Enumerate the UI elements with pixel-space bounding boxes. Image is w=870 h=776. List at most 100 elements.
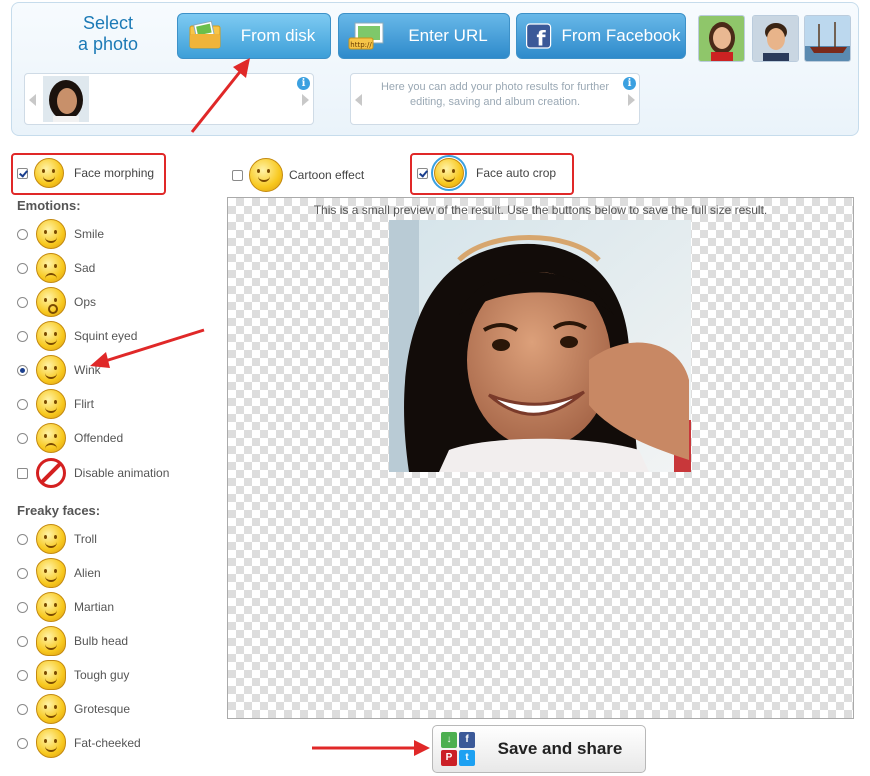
emotions-heading: Emotions: xyxy=(17,198,81,213)
fat-cheeked-face-icon xyxy=(36,728,66,758)
save-and-share-label: Save and share xyxy=(497,739,623,758)
squint-eyed-face-icon xyxy=(36,321,66,351)
freaky-tough-guy[interactable]: Tough guy xyxy=(17,658,129,692)
save-and-share-button[interactable]: ↓ f P t Save and share xyxy=(432,725,646,773)
freaky-alien[interactable]: Alien xyxy=(17,556,101,590)
emotion-radio[interactable] xyxy=(17,296,28,308)
twitter-icon: t xyxy=(459,750,475,766)
martian-face-icon xyxy=(36,592,66,622)
cartoon-effect-icon xyxy=(249,158,283,192)
freaky-label: Fat-cheeked xyxy=(74,736,141,750)
emotion-radio[interactable] xyxy=(17,262,28,274)
cartoon-effect-option[interactable]: Cartoon effect xyxy=(232,158,364,192)
freaky-radio[interactable] xyxy=(17,567,28,579)
preview-photo xyxy=(389,220,691,472)
freaky-radio[interactable] xyxy=(17,635,28,647)
offended-face-icon xyxy=(36,423,66,453)
flirt-face-icon xyxy=(36,389,66,419)
sample-woman-image xyxy=(699,16,744,61)
face-morphing-label: Face morphing xyxy=(74,166,155,180)
emotion-label: Sad xyxy=(74,261,96,275)
results-strip: Here you can add your photo results for … xyxy=(350,73,640,125)
select-title-line1: Select xyxy=(82,13,134,33)
sample-photo-woman[interactable] xyxy=(698,15,745,62)
freaky-troll[interactable]: Troll xyxy=(17,522,97,556)
emotion-label: Offended xyxy=(74,431,124,445)
emotion-offended[interactable]: Offended xyxy=(17,421,123,455)
current-photo-strip: i xyxy=(24,73,314,125)
emotion-label: Squint eyed xyxy=(74,329,138,343)
emotion-label: Ops xyxy=(74,295,97,309)
enter-url-label: Enter URL xyxy=(408,26,488,45)
results-next-arrow[interactable] xyxy=(628,94,635,106)
from-facebook-button[interactable]: f From Facebook xyxy=(516,13,686,59)
url-link-icon: http:// xyxy=(348,22,384,50)
strip-prev-arrow[interactable] xyxy=(29,94,36,106)
select-photo-title: Select a photo xyxy=(52,13,164,55)
face-morphing-option[interactable]: Face morphing xyxy=(17,158,154,188)
freaky-radio[interactable] xyxy=(17,703,28,715)
share-icons: ↓ f P t xyxy=(441,732,475,766)
current-photo-thumb[interactable] xyxy=(43,76,89,122)
from-disk-button[interactable]: From disk xyxy=(177,13,331,59)
emotion-label: Flirt xyxy=(74,397,94,411)
wink-face-icon xyxy=(36,355,66,385)
emotion-sad[interactable]: Sad xyxy=(17,251,95,285)
results-prev-arrow[interactable] xyxy=(355,94,362,106)
face-auto-crop-option[interactable]: Face auto crop xyxy=(417,155,556,191)
freaky-radio[interactable] xyxy=(17,669,28,681)
freaky-martian[interactable]: Martian xyxy=(17,590,114,624)
face-auto-crop-icon xyxy=(431,155,467,191)
freaky-label: Alien xyxy=(74,566,101,580)
girl-thumb-image xyxy=(43,76,89,122)
select-title-line2: a photo xyxy=(77,34,139,54)
girl-portrait-image xyxy=(389,220,691,472)
cartoon-effect-label: Cartoon effect xyxy=(289,168,365,182)
tough-guy-face-icon xyxy=(36,660,66,690)
freaky-label: Bulb head xyxy=(74,634,129,648)
svg-text:http://: http:// xyxy=(350,41,372,49)
info-icon[interactable]: i xyxy=(297,77,310,90)
freaky-bulb-head[interactable]: Bulb head xyxy=(17,624,128,658)
emotion-radio[interactable] xyxy=(17,398,28,410)
emotion-label: Wink xyxy=(74,363,101,377)
freaky-radio[interactable] xyxy=(17,737,28,749)
emotion-radio-selected[interactable] xyxy=(17,364,28,376)
from-disk-label: From disk xyxy=(240,26,316,45)
sad-face-icon xyxy=(36,253,66,283)
from-facebook-label: From Facebook xyxy=(561,26,681,45)
emotion-radio[interactable] xyxy=(17,228,28,240)
emotion-ops[interactable]: Ops xyxy=(17,285,96,319)
emotion-wink[interactable]: Wink xyxy=(17,353,101,387)
face-auto-crop-checkbox[interactable] xyxy=(417,167,428,179)
sample-photo-ship[interactable] xyxy=(804,15,851,62)
freaky-radio[interactable] xyxy=(17,601,28,613)
freaky-label: Troll xyxy=(74,532,97,546)
face-morphing-icon xyxy=(34,158,64,188)
svg-text:f: f xyxy=(536,27,546,51)
emotion-radio[interactable] xyxy=(17,432,28,444)
strip-next-arrow[interactable] xyxy=(302,94,309,106)
download-icon: ↓ xyxy=(441,732,457,748)
results-info-icon[interactable]: i xyxy=(623,77,636,90)
enter-url-button[interactable]: http:// Enter URL xyxy=(338,13,510,59)
freaky-label: Tough guy xyxy=(74,668,130,682)
emotion-flirt[interactable]: Flirt xyxy=(17,387,94,421)
results-hint: Here you can add your photo results for … xyxy=(380,81,610,108)
freaky-faces-heading: Freaky faces: xyxy=(17,503,101,518)
disable-animation-label: Disable animation xyxy=(74,466,170,480)
disable-animation-option[interactable]: Disable animation xyxy=(17,456,169,490)
freaky-grotesque[interactable]: Grotesque xyxy=(17,692,130,726)
sample-photo-man[interactable] xyxy=(752,15,799,62)
disable-animation-checkbox[interactable] xyxy=(17,467,28,479)
preview-caption: This is a small preview of the result. U… xyxy=(313,203,768,217)
freaky-fat-cheeked[interactable]: Fat-cheeked xyxy=(17,726,141,760)
emotion-radio[interactable] xyxy=(17,330,28,342)
emotion-squint-eyed[interactable]: Squint eyed xyxy=(17,319,137,353)
face-morphing-checkbox[interactable] xyxy=(17,167,28,179)
sample-man-image xyxy=(753,16,798,61)
cartoon-effect-checkbox[interactable] xyxy=(232,169,243,181)
pinterest-icon: P xyxy=(441,750,457,766)
emotion-smile[interactable]: Smile xyxy=(17,217,104,251)
freaky-radio[interactable] xyxy=(17,533,28,545)
